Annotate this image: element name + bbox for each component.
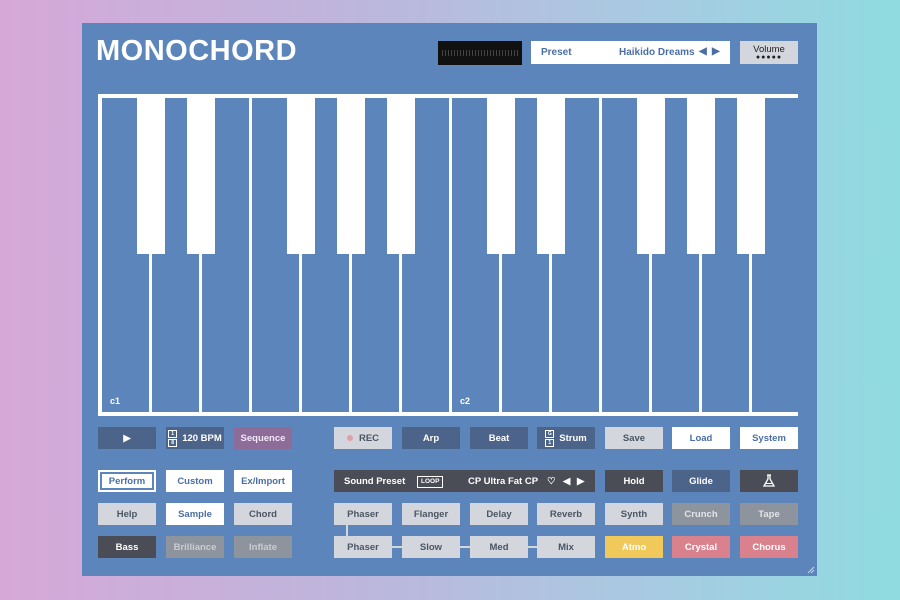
black-key[interactable]	[487, 94, 515, 254]
synth-button[interactable]: Synth	[605, 503, 663, 525]
effect-reverb-button[interactable]: Reverb	[537, 503, 595, 525]
preset-label: Preset	[541, 47, 572, 58]
bpm-division-icon: 18	[168, 429, 178, 447]
app-logo: MONOCHORD	[96, 35, 298, 67]
sound-preset-label: Sound Preset	[344, 476, 406, 487]
eximport-button[interactable]: Ex/Import	[234, 470, 292, 492]
atmo-button[interactable]: Atmo	[605, 536, 663, 558]
chord-button[interactable]: Chord	[234, 503, 292, 525]
sound-preset-selector[interactable]: Sound Preset LOOP CP Ultra Fat CP ♡ ◀ ▶	[334, 470, 595, 492]
help-button[interactable]: Help	[98, 503, 156, 525]
sound-preset-prev-icon[interactable]: ◀	[563, 476, 570, 487]
synth-panel: MONOCHORD Preset Haikido Dreams ◀ ▶ Volu…	[82, 23, 817, 576]
preset-next-icon[interactable]: ▶	[712, 46, 720, 57]
rec-button[interactable]: REC	[334, 427, 392, 449]
sound-preset-value: CP Ultra Fat CP	[468, 476, 539, 487]
black-key[interactable]	[187, 94, 215, 254]
flask-button[interactable]	[740, 470, 798, 492]
save-button[interactable]: Save	[605, 427, 663, 449]
black-key[interactable]	[337, 94, 365, 254]
black-key[interactable]	[137, 94, 165, 254]
waveform-display	[438, 41, 522, 65]
hold-button[interactable]: Hold	[605, 470, 663, 492]
black-key[interactable]	[737, 94, 765, 254]
sound-preset-next-icon[interactable]: ▶	[577, 476, 584, 487]
black-key[interactable]	[387, 94, 415, 254]
flask-icon	[762, 474, 776, 487]
brilliance-button[interactable]: Brilliance	[166, 536, 224, 558]
beat-button[interactable]: Beat	[470, 427, 528, 449]
perform-button[interactable]: Perform	[98, 470, 156, 492]
bpm-top: 1	[168, 429, 178, 438]
octave-label: c1	[110, 396, 121, 406]
param-phaser-button[interactable]: Phaser	[334, 536, 392, 558]
custom-button[interactable]: Custom	[166, 470, 224, 492]
strum-label: Strum	[559, 432, 587, 444]
preset-selector[interactable]: Preset Haikido Dreams ◀ ▶	[531, 41, 730, 64]
param-slow-button[interactable]: Slow	[402, 536, 460, 558]
record-dot-icon	[346, 435, 353, 441]
chorus-button[interactable]: Chorus	[740, 536, 798, 558]
waveform-lines	[442, 50, 518, 56]
bpm-button[interactable]: 18 120 BPM	[166, 427, 224, 449]
play-button[interactable]: ▶	[98, 427, 156, 449]
volume-control[interactable]: Volume ●●●●●	[740, 41, 798, 64]
sequence-button[interactable]: Sequence	[234, 427, 292, 449]
resize-handle-icon[interactable]	[807, 566, 815, 574]
tape-button[interactable]: Tape	[740, 503, 798, 525]
black-key[interactable]	[637, 94, 665, 254]
param-med-button[interactable]: Med	[470, 536, 528, 558]
bass-button[interactable]: Bass	[98, 536, 156, 558]
black-key[interactable]	[537, 94, 565, 254]
strum-top: G	[545, 429, 555, 438]
heart-icon[interactable]: ♡	[547, 476, 556, 487]
black-key[interactable]	[287, 94, 315, 254]
crystal-button[interactable]: Crystal	[672, 536, 730, 558]
bpm-bottom: 8	[168, 438, 178, 447]
preset-prev-icon[interactable]: ◀	[699, 46, 707, 57]
bpm-label: 120 BPM	[182, 432, 222, 444]
strum-button[interactable]: G1 Strum	[537, 427, 595, 449]
rec-label: REC	[358, 432, 380, 444]
volume-dots: ●●●●●	[755, 54, 783, 61]
effect-phaser-button[interactable]: Phaser	[334, 503, 392, 525]
effect-flanger-button[interactable]: Flanger	[402, 503, 460, 525]
strum-mode-icon: G1	[545, 429, 555, 447]
arp-button[interactable]: Arp	[402, 427, 460, 449]
param-mix-button[interactable]: Mix	[537, 536, 595, 558]
piano-keyboard[interactable]: c1 c2	[98, 94, 799, 416]
load-button[interactable]: Load	[672, 427, 730, 449]
preset-value: Haikido Dreams	[619, 47, 695, 58]
system-button[interactable]: System	[740, 427, 798, 449]
octave-label: c2	[460, 396, 471, 406]
black-key[interactable]	[687, 94, 715, 254]
crunch-button[interactable]: Crunch	[672, 503, 730, 525]
sample-button[interactable]: Sample	[166, 503, 224, 525]
strum-bottom: 1	[545, 438, 555, 447]
glide-button[interactable]: Glide	[672, 470, 730, 492]
loop-badge[interactable]: LOOP	[417, 476, 444, 488]
inflate-button[interactable]: Inflate	[234, 536, 292, 558]
effect-delay-button[interactable]: Delay	[470, 503, 528, 525]
